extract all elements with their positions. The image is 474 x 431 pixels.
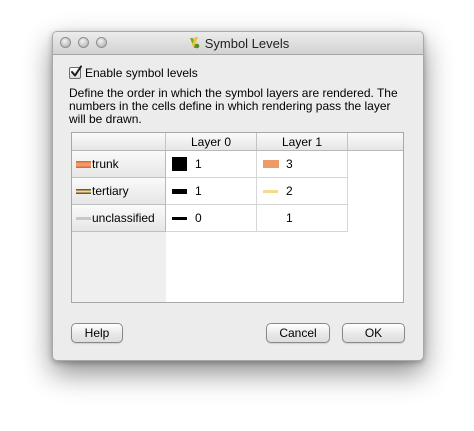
cell-value: 1 — [195, 184, 202, 198]
tertiary-line-swatch-icon — [76, 189, 91, 194]
help-button[interactable]: Help — [71, 323, 123, 343]
cell-value: 1 — [286, 211, 293, 225]
symbol-levels-dialog: Symbol Levels Enable symbol levels Defin… — [52, 31, 424, 361]
column-header-layer-1[interactable]: Layer 1 — [257, 133, 348, 151]
cell-value: 1 — [195, 157, 202, 171]
symbol-levels-table[interactable]: Layer 0 Layer 1 trunk 1 3 tertiary 1 2 u… — [71, 132, 404, 303]
row-label-trunk: trunk — [92, 157, 119, 171]
row-label-tertiary: tertiary — [92, 184, 129, 198]
row-label-unclassified: unclassified — [92, 211, 155, 225]
orange-bar-symbol-icon — [263, 160, 279, 168]
row-header-trunk[interactable]: trunk — [72, 151, 166, 178]
row-header-unclassified[interactable]: unclassified — [72, 205, 166, 232]
black-thick-line-symbol-icon — [172, 189, 187, 194]
title-bar[interactable]: Symbol Levels — [53, 32, 423, 55]
checkmark-icon — [71, 65, 82, 77]
enable-symbol-levels-checkbox[interactable] — [69, 65, 82, 79]
table-cell-tertiary-layer-1[interactable]: 2 — [257, 178, 348, 205]
enable-symbol-levels-label: Enable symbol levels — [85, 66, 198, 80]
cell-value: 3 — [286, 157, 293, 171]
window-title: Symbol Levels — [53, 36, 423, 51]
column-header-filler — [348, 133, 403, 151]
table-cell-trunk-layer-0[interactable]: 1 — [166, 151, 257, 178]
table-cell-trunk-layer-1[interactable]: 3 — [257, 151, 348, 178]
column-header-layer-0[interactable]: Layer 0 — [166, 133, 257, 151]
row-header-tertiary[interactable]: tertiary — [72, 178, 166, 205]
enable-symbol-levels-row[interactable]: Enable symbol levels — [69, 65, 198, 80]
qgis-logo-icon — [187, 36, 201, 50]
table-cell-unclassified-layer-0[interactable]: 0 — [166, 205, 257, 232]
black-square-symbol-icon — [172, 157, 187, 171]
corner-header — [72, 133, 166, 151]
table-cell-tertiary-layer-0[interactable]: 1 — [166, 178, 257, 205]
cell-value: 2 — [286, 184, 293, 198]
table-cell-unclassified-layer-1[interactable]: 1 — [257, 205, 348, 232]
black-thin-line-symbol-icon — [172, 217, 187, 220]
trunk-line-swatch-icon — [76, 161, 91, 168]
window-title-text: Symbol Levels — [204, 36, 290, 51]
unclassified-line-swatch-icon — [76, 217, 91, 220]
ok-button[interactable]: OK — [342, 323, 405, 343]
cancel-button[interactable]: Cancel — [266, 323, 330, 343]
cell-value: 0 — [195, 211, 202, 225]
yellow-line-symbol-icon — [263, 190, 278, 193]
description-text: Define the order in which the symbol lay… — [69, 86, 398, 126]
